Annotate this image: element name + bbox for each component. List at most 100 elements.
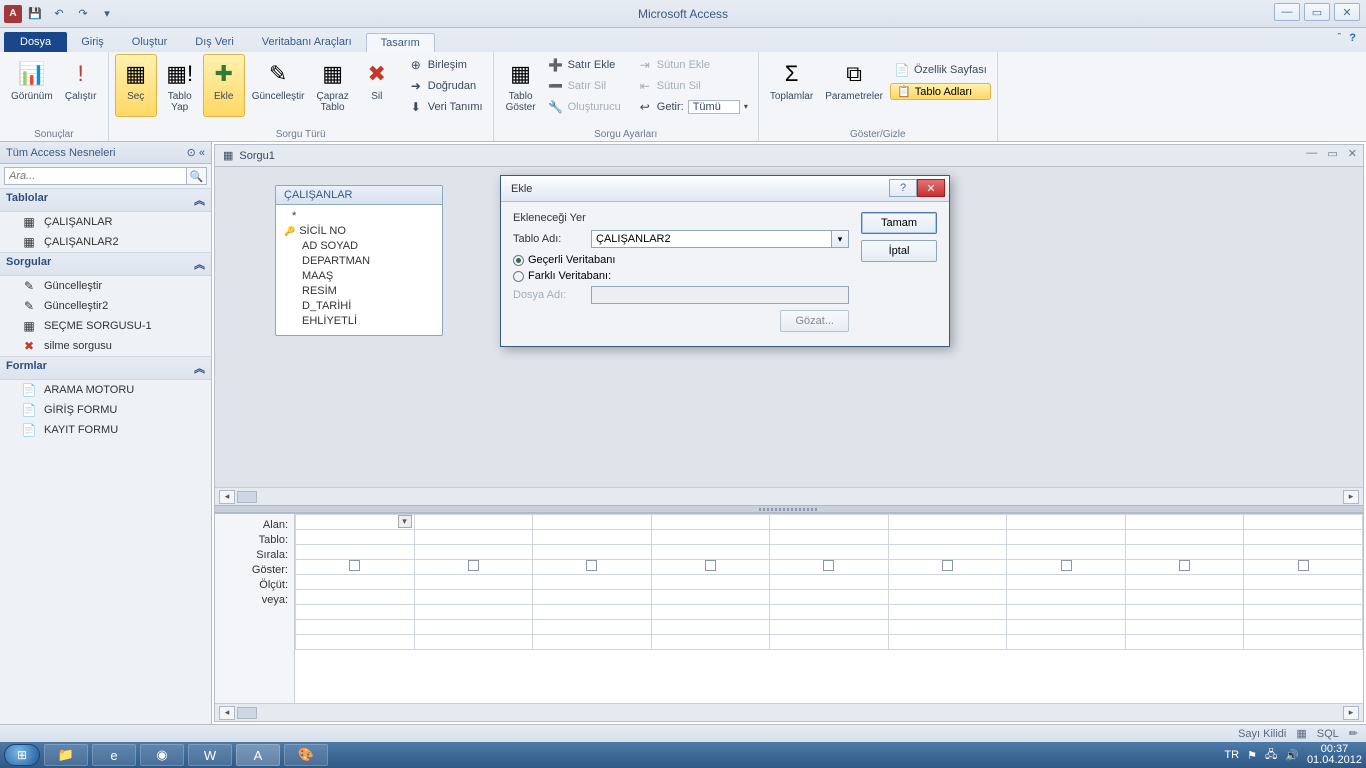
taskbar-chrome[interactable]: ◉ [140, 744, 184, 766]
search-icon[interactable]: 🔍 [187, 167, 207, 185]
delete-col-button: ⇤Sütun Sil [633, 76, 752, 96]
field-item[interactable]: * [284, 209, 434, 224]
field-item[interactable]: MAAŞ [284, 269, 434, 284]
tab-external[interactable]: Dış Veri [181, 32, 248, 52]
window-restore-button[interactable]: ▭ [1304, 3, 1330, 21]
nav-cat-forms[interactable]: Formlar︽ [0, 356, 211, 380]
nav-header[interactable]: Tüm Access Nesneleri⊙ « [0, 142, 211, 164]
nav-cat-tables[interactable]: Tablolar︽ [0, 188, 211, 212]
field-item[interactable]: DEPARTMAN [284, 254, 434, 269]
file-tab[interactable]: Dosya [4, 32, 67, 52]
view-sql-icon[interactable]: SQL [1317, 728, 1339, 740]
taskbar-access[interactable]: A [236, 744, 280, 766]
minimize-ribbon-icon[interactable]: ˆ [1338, 32, 1342, 44]
tray-volume-icon[interactable]: 🔊 [1285, 749, 1299, 762]
field-item[interactable]: RESİM [284, 284, 434, 299]
select-query-button[interactable]: ▦Seç [115, 54, 157, 117]
tray-flag-icon[interactable]: ⚑ [1247, 749, 1257, 762]
nav-form-item[interactable]: 📄KAYIT FORMU [0, 420, 211, 440]
ok-button[interactable]: Tamam [861, 212, 937, 234]
table-names-button[interactable]: 📋Tablo Adları [890, 83, 991, 100]
insert-row-button[interactable]: ➕Satır Ekle [544, 55, 625, 75]
table-name-label: Tablo Adı: [513, 233, 583, 245]
help-icon[interactable]: ? [1349, 32, 1356, 44]
tray-network-icon[interactable]: 🖧 [1265, 746, 1277, 765]
grid-label-criteria: Ölçüt: [215, 578, 288, 593]
insert-col-button: ⇥Sütun Ekle [633, 55, 752, 75]
nav-form-item[interactable]: 📄ARAMA MOTORU [0, 380, 211, 400]
crosstab-button[interactable]: ▦Çapraz Tablo [312, 54, 354, 117]
nav-table-item[interactable]: ▦ÇALIŞANLAR [0, 212, 211, 232]
nav-search-input[interactable] [4, 167, 187, 185]
radio-other-db[interactable]: Farklı Veritabanı: [513, 270, 849, 282]
qat-customize-icon[interactable]: ▾ [96, 3, 118, 25]
combo-dropdown-icon[interactable]: ▾ [831, 230, 849, 248]
table-icon: ▦ [20, 215, 38, 229]
update-button[interactable]: ✎Güncelleştir [247, 54, 310, 117]
view-design-icon[interactable]: ✏ [1349, 727, 1358, 740]
grid-label-field: Alan: [215, 518, 288, 533]
doc-restore-icon[interactable]: ▭ [1327, 147, 1337, 160]
run-button[interactable]: !Çalıştır [60, 54, 102, 106]
field-item[interactable]: D_TARİHİ [284, 299, 434, 314]
group-sorgu-turu: Sorgu Türü [115, 129, 487, 141]
table-fieldlist[interactable]: ÇALIŞANLAR * SİCİL NO AD SOYAD DEPARTMAN… [275, 185, 443, 336]
canvas-hscroll[interactable]: ◂▸ [215, 487, 1363, 505]
tab-design[interactable]: Tasarım [366, 33, 435, 52]
maketable-button[interactable]: ▦!Tablo Yap [159, 54, 201, 117]
splitter[interactable] [215, 505, 1363, 513]
table-name-input[interactable] [591, 230, 831, 248]
tray-lang[interactable]: TR [1224, 749, 1239, 761]
passthrough-button[interactable]: ➜Doğrudan [404, 76, 487, 96]
qat-redo-icon[interactable]: ↷ [72, 3, 94, 25]
nav-query-item[interactable]: ✎Güncelleştir2 [0, 296, 211, 316]
radio-current-db[interactable]: Geçerli Veritabanı [513, 254, 849, 266]
start-button[interactable]: ⊞ [4, 744, 40, 766]
property-sheet-button[interactable]: 📄Özellik Sayfası [890, 60, 991, 80]
window-close-button[interactable]: ✕ [1334, 3, 1360, 21]
return-rows[interactable]: ↩Getir: Tümü▾ [633, 97, 752, 117]
dialog-close-button[interactable]: ✕ [917, 179, 945, 197]
window-minimize-button[interactable]: — [1274, 3, 1300, 21]
datadef-button[interactable]: ⬇Veri Tanımı [404, 97, 487, 117]
view-datasheet-icon[interactable]: ▦ [1296, 727, 1306, 740]
nav-query-item[interactable]: ▦SEÇME SORGUSU-1 [0, 316, 211, 336]
nav-cat-queries[interactable]: Sorgular︽ [0, 252, 211, 276]
dialog-section-label: Ekleneceği Yer [513, 212, 849, 224]
nav-table-item[interactable]: ▦ÇALIŞANLAR2 [0, 232, 211, 252]
taskbar-paint[interactable]: 🎨 [284, 744, 328, 766]
append-button[interactable]: ✚Ekle [203, 54, 245, 117]
doc-minimize-icon[interactable]: — [1306, 147, 1317, 160]
field-item[interactable]: AD SOYAD [284, 239, 434, 254]
nav-query-item[interactable]: ✖silme sorgusu [0, 336, 211, 356]
tray-clock[interactable]: 00:3701.04.2012 [1307, 744, 1362, 766]
qat-save-icon[interactable]: 💾 [24, 3, 46, 25]
dialog-title: Ekle [511, 183, 532, 195]
taskbar-explorer[interactable]: 📁 [44, 744, 88, 766]
parameters-button[interactable]: ⧉Parametreler [820, 54, 888, 106]
tab-home[interactable]: Giriş [67, 32, 118, 52]
union-button[interactable]: ⊕Birleşim [404, 55, 487, 75]
taskbar-word[interactable]: W [188, 744, 232, 766]
cancel-button[interactable]: İptal [861, 240, 937, 262]
dialog-help-button[interactable]: ? [889, 179, 917, 197]
taskbar-ie[interactable]: e [92, 744, 136, 766]
delete-query-button[interactable]: ✖Sil [356, 54, 398, 117]
qat-undo-icon[interactable]: ↶ [48, 3, 70, 25]
document-tab[interactable]: ▦ Sorgu1 — ▭ ✕ [215, 145, 1363, 167]
tab-dbtools[interactable]: Veritabanı Araçları [248, 32, 366, 52]
nav-query-item[interactable]: ✎Güncelleştir [0, 276, 211, 296]
grid-hscroll[interactable]: ◂▸ [215, 703, 1363, 721]
file-name-input [591, 286, 849, 304]
tab-create[interactable]: Oluştur [118, 32, 181, 52]
doc-close-icon[interactable]: ✕ [1348, 147, 1357, 160]
app-icon: A [4, 5, 22, 23]
document-tab-label: Sorgu1 [239, 150, 274, 162]
totals-button[interactable]: ΣToplamlar [765, 54, 818, 106]
nav-form-item[interactable]: 📄GİRİŞ FORMU [0, 400, 211, 420]
field-item[interactable]: SİCİL NO [284, 224, 434, 239]
query-grid[interactable]: Alan: Tablo: Sırala: Göster: Ölçüt: veya… [215, 513, 1363, 703]
show-table-button[interactable]: ▦Tablo Göster [500, 54, 542, 117]
view-button[interactable]: 📊Görünüm [6, 54, 58, 106]
field-item[interactable]: EHLİYETLİ [284, 314, 434, 329]
